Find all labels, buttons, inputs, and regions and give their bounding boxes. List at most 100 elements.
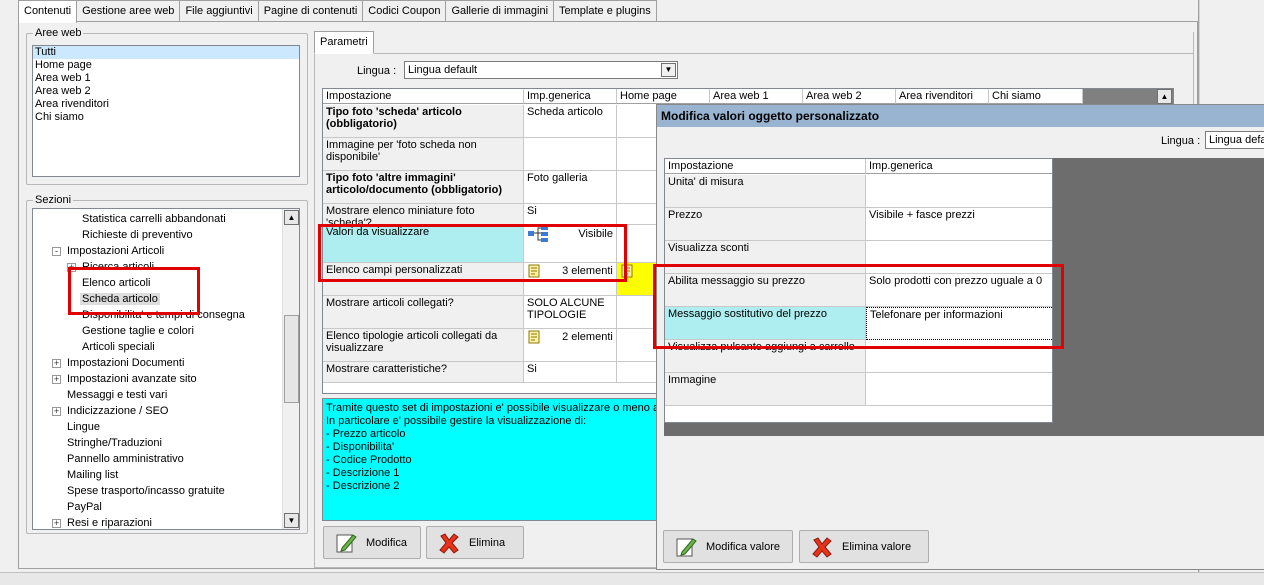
tree-item[interactable]: Gestione taglie e colori bbox=[80, 323, 196, 339]
expand-icon[interactable]: + bbox=[67, 263, 76, 272]
tree-item[interactable]: + Impostazioni avanzate sito bbox=[52, 371, 199, 387]
list-item[interactable]: Tutti bbox=[33, 46, 299, 59]
grid-row-label[interactable]: Mostrare caratteristiche? bbox=[323, 362, 524, 383]
tree-item[interactable]: Disponibilita' e tempi di consegna bbox=[80, 307, 247, 323]
elimina-button[interactable]: Elimina bbox=[426, 526, 524, 559]
dialog-row-value[interactable] bbox=[866, 241, 1052, 274]
delete-icon bbox=[812, 536, 832, 558]
grid-row-label[interactable]: Tipo foto 'scheda' articolo (obbligatori… bbox=[323, 105, 524, 138]
grid-row-value[interactable]: Si bbox=[524, 204, 617, 225]
scroll-up-icon[interactable]: ▲ bbox=[284, 210, 299, 225]
tab-contenuti[interactable]: Contenuti bbox=[18, 0, 78, 23]
dialog-row-label[interactable]: Visualizza pulsante aggiungi a carrello bbox=[665, 340, 866, 373]
sezioni-scrollbar[interactable]: ▲ ▼ bbox=[282, 209, 299, 529]
list-item[interactable]: Chi siamo bbox=[33, 111, 299, 124]
grid-row-label[interactable]: Valori da visualizzare bbox=[323, 225, 524, 263]
dialog-row-value[interactable]: Visibile + fasce prezzi bbox=[866, 208, 1052, 241]
chevron-down-icon[interactable]: ▼ bbox=[661, 63, 676, 77]
grid-row-value[interactable]: Si bbox=[524, 362, 617, 383]
tab-pagine-di-contenuti[interactable]: Pagine di contenuti bbox=[257, 0, 364, 22]
grid-row-value[interactable]: Foto galleria bbox=[524, 171, 617, 204]
dialog-grid[interactable]: Impostazione Imp.generica Unita' di misura… bbox=[664, 158, 1053, 423]
grid-row-value[interactable]: 2 elementi bbox=[524, 329, 617, 362]
tab-codici-coupon[interactable]: Codici Coupon bbox=[362, 0, 447, 22]
tree-item[interactable]: Richieste di preventivo bbox=[80, 227, 195, 243]
dialog-row-value[interactable] bbox=[866, 175, 1052, 208]
tree-item[interactable]: PayPal bbox=[65, 499, 104, 515]
dialog-grid-header[interactable]: Impostazione bbox=[665, 159, 866, 174]
grid-row-value[interactable]: SOLO ALCUNE TIPOLOGIE bbox=[524, 296, 617, 329]
grid-header[interactable]: Area web 2 bbox=[803, 89, 896, 104]
grid-row-label[interactable]: Elenco campi personalizzati bbox=[323, 263, 524, 296]
expand-icon[interactable]: + bbox=[52, 407, 61, 416]
grid-row-label[interactable]: Tipo foto 'altre immagini' articolo/docu… bbox=[323, 171, 524, 204]
tree-item[interactable]: + Impostazioni Documenti bbox=[52, 355, 186, 371]
elimina-valore-button[interactable]: Elimina valore bbox=[799, 530, 929, 563]
dialog-row-value[interactable]: Solo prodotti con prezzo uguale a 0 bbox=[866, 274, 1052, 307]
tree-item[interactable]: Pannello amministrativo bbox=[65, 451, 186, 467]
tab-gestione-aree-web[interactable]: Gestione aree web bbox=[76, 0, 181, 22]
tree-item[interactable]: Stringhe/Traduzioni bbox=[65, 435, 164, 451]
grid-row-label[interactable]: Mostrare elenco miniature foto 'scheda'? bbox=[323, 204, 524, 225]
tree-item-label: Impostazioni Documenti bbox=[67, 357, 185, 369]
tree-item[interactable]: Articoli speciali bbox=[80, 339, 157, 355]
aree-web-list[interactable]: Tutti Home page Area web 1 Area web 2 Area r… bbox=[32, 45, 300, 177]
notes-icon bbox=[621, 264, 633, 278]
dialog-row-value[interactable] bbox=[866, 373, 1052, 406]
grid-row-label[interactable]: Elenco tipologie articoli collegati da v… bbox=[323, 329, 524, 362]
tab-file-aggiuntivi[interactable]: File aggiuntivi bbox=[179, 0, 259, 22]
grid-row-value[interactable]: 3 elementi bbox=[524, 263, 617, 296]
dialog-lingua-select[interactable]: Lingua defa bbox=[1205, 131, 1264, 149]
tree-item[interactable]: Messaggi e testi vari bbox=[65, 387, 169, 403]
grid-row-label[interactable]: Immagine per 'foto scheda non disponibil… bbox=[323, 138, 524, 171]
dialog-row-value[interactable] bbox=[866, 340, 1052, 373]
expand-icon[interactable]: + bbox=[52, 375, 61, 384]
dialog-row-label[interactable]: Visualizza sconti bbox=[665, 241, 866, 274]
expand-icon[interactable]: + bbox=[52, 359, 61, 368]
grid-row-label[interactable]: Mostrare articoli collegati? bbox=[323, 296, 524, 329]
grid-row-value[interactable]: Scheda articolo bbox=[524, 105, 617, 138]
tab-parametri[interactable]: Parametri bbox=[314, 31, 374, 54]
dialog-row-value[interactable]: Telefonare per informazioni bbox=[866, 307, 1052, 340]
grid-header[interactable]: Area rivenditori bbox=[896, 89, 989, 104]
dialog-row-label[interactable]: Unita' di misura bbox=[665, 175, 866, 208]
grid-header[interactable]: Chi siamo bbox=[989, 89, 1083, 104]
modifica-button[interactable]: Modifica bbox=[323, 526, 421, 559]
list-item[interactable]: Area rivenditori bbox=[33, 98, 299, 111]
tree-item[interactable]: + Resi e riparazioni bbox=[52, 515, 154, 529]
tab-gallerie-di-immagini[interactable]: Gallerie di immagini bbox=[445, 0, 555, 22]
dialog-row-label[interactable]: Messaggio sostitutivo del prezzo bbox=[665, 307, 866, 340]
parametri-tab-line bbox=[314, 53, 1194, 54]
grid-row-value[interactable]: Visibile bbox=[524, 225, 617, 263]
tree-item[interactable]: Mailing list bbox=[65, 467, 120, 483]
dialog-row-label[interactable]: Prezzo bbox=[665, 208, 866, 241]
tree-item[interactable]: Scheda articolo bbox=[80, 291, 160, 307]
scroll-thumb[interactable] bbox=[284, 315, 299, 403]
expand-icon[interactable]: + bbox=[52, 519, 61, 528]
lingua-select[interactable]: Lingua default ▼ bbox=[404, 61, 678, 79]
tree-item[interactable]: - Impostazioni Articoli bbox=[52, 243, 166, 259]
tree-item[interactable]: + Indicizzazione / SEO bbox=[52, 403, 171, 419]
tree-item[interactable]: + Ricerca articoli bbox=[67, 259, 156, 275]
dialog-row-label[interactable]: Immagine bbox=[665, 373, 866, 406]
grid-header[interactable]: Home page bbox=[617, 89, 710, 104]
grid-header[interactable]: Area web 1 bbox=[710, 89, 803, 104]
tree-item[interactable]: Statistica carrelli abbandonati bbox=[80, 211, 228, 227]
collapse-icon[interactable]: - bbox=[52, 247, 61, 256]
tree-item[interactable]: Lingue bbox=[65, 419, 102, 435]
grid-header[interactable]: Impostazione bbox=[323, 89, 524, 104]
grid-header[interactable]: Imp.generica bbox=[524, 89, 617, 104]
scroll-down-icon[interactable]: ▼ bbox=[284, 513, 299, 528]
tree-item[interactable]: Elenco articoli bbox=[80, 275, 152, 291]
tab-template-e-plugins[interactable]: Template e plugins bbox=[553, 0, 657, 22]
dialog-grid-header[interactable]: Imp.generica bbox=[866, 159, 1052, 174]
list-item[interactable]: Area web 2 bbox=[33, 85, 299, 98]
dialog-row-label[interactable]: Abilita messaggio su prezzo bbox=[665, 274, 866, 307]
list-item[interactable]: Area web 1 bbox=[33, 72, 299, 85]
grid-row-value[interactable] bbox=[524, 138, 617, 171]
scroll-up-icon[interactable]: ▲ bbox=[1157, 89, 1172, 104]
list-item[interactable]: Home page bbox=[33, 59, 299, 72]
sezioni-tree[interactable]: Statistica carrelli abbandonati Richieste… bbox=[32, 208, 300, 530]
tree-item[interactable]: Spese trasporto/incasso gratuite bbox=[65, 483, 227, 499]
modifica-valore-button[interactable]: Modifica valore bbox=[663, 530, 793, 563]
